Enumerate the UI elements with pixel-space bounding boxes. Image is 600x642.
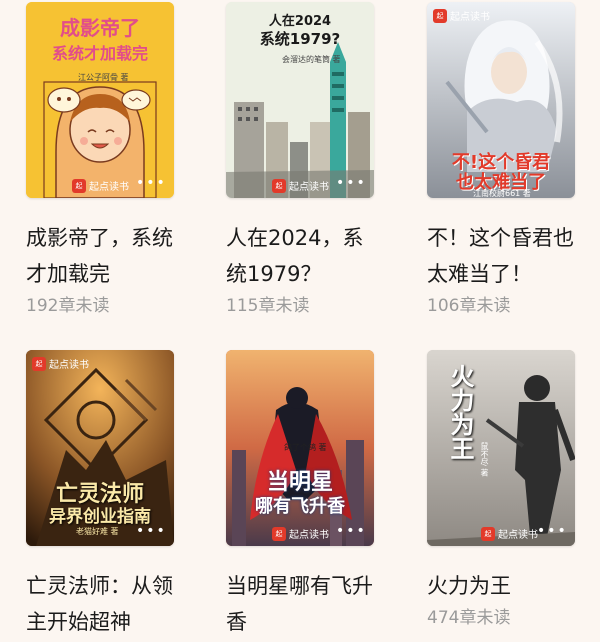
bookshelf-grid: 成影帝了 系统才加载完 江公子阿骨 著 起 起点读书 ••• 成影帝了，系统才加… [0,0,600,642]
publisher-name: 起点读书 [289,182,329,193]
publisher-name: 起点读书 [49,360,89,371]
cover-author: 会溜达的笔筒 著 [282,55,341,64]
unread-count: 115章未读 [226,296,310,316]
publisher-badge: 起 起点读书 [32,356,89,371]
book-cover[interactable]: 鸽了个鸽 著 当明星 哪有飞升香 起 起点读书 ••• [226,350,374,546]
publisher-badge: 起 起点读书 [272,526,329,541]
more-dots-icon[interactable]: ••• [136,175,167,191]
book-cover[interactable]: 火力为王 鼠不尽 著 起 起点读书 ••• [427,350,575,546]
cover-title-line1: 人在2024 [268,14,332,29]
more-dots-icon[interactable]: ••• [336,175,367,191]
book-cover[interactable]: 人在2024 系统1979? 会溜达的笔筒 著 起 起点读书 ••• [226,2,374,198]
unread-count: 106章未读 [427,296,511,316]
unread-count: 474章未读 [427,608,511,628]
publisher-badge: 起 起点读书 [72,178,129,193]
book-card[interactable]: 人在2024 系统1979? 会溜达的笔筒 著 起 起点读书 ••• 人在202… [226,2,376,318]
book-title: 成影帝了，系统才加载完 [26,226,173,286]
publisher-badge: 起 起点读书 [433,8,490,23]
cover-author: 鼠不尽 著 [480,442,489,477]
publisher-name: 起点读书 [498,530,538,541]
qidian-logo-icon: 起 [481,526,495,541]
cover-title-line2: 哪有飞升香 [255,496,345,517]
book-title: 火力为王 [427,574,511,598]
publisher-name: 起点读书 [89,182,129,193]
publisher-name: 起点读书 [450,12,490,23]
book-title: 人在2024，系统1979？ [226,226,364,286]
publisher-name: 起点读书 [289,530,329,541]
book-card[interactable]: 不!这个昏君 也太难当了 江南校尉661 著 起 起点读书 不！这个昏君也太难当… [427,2,577,318]
unread-count: 192章未读 [26,296,110,316]
book-title: 亡灵法师：从领主开始超神 [26,574,173,634]
cover-title-line2: 系统才加载完 [51,44,148,63]
book-card[interactable]: 亡灵法师 异界创业指南 老猫好难 著 起 起点读书 ••• 亡灵法师：从领主开始… [26,350,176,642]
more-dots-icon[interactable]: ••• [336,523,367,539]
book-card[interactable]: 火力为王 鼠不尽 著 起 起点读书 ••• 火力为王 474章未读 [427,350,577,630]
publisher-badge: 起 起点读书 [272,178,329,193]
cover-author: 江公子阿骨 著 [78,73,129,82]
cover-author: 老猫好难 著 [76,527,119,536]
book-title: 不！这个昏君也太难当了！ [427,226,574,286]
cover-title-line1: 成影帝了 [60,16,140,40]
book-cover[interactable]: 成影帝了 系统才加载完 江公子阿骨 著 起 起点读书 ••• [26,2,174,198]
qidian-logo-icon: 起 [433,8,447,23]
qidian-logo-icon: 起 [72,178,86,193]
publisher-badge: 起 起点读书 [481,526,538,541]
qidian-logo-icon: 起 [32,356,46,371]
qidian-logo-icon: 起 [272,526,286,541]
cover-author: 鸽了个鸽 著 [284,443,327,452]
cover-title-line2: 系统1979? [259,30,341,48]
cover-author: 江南校尉661 著 [473,189,531,198]
more-dots-icon[interactable]: ••• [537,523,568,539]
cover-title-line1: 火力为王 [446,364,474,460]
book-title: 当明星哪有飞升香 [226,574,373,634]
book-cover[interactable]: 不!这个昏君 也太难当了 江南校尉661 著 起 起点读书 [427,2,575,198]
book-card[interactable]: 成影帝了 系统才加载完 江公子阿骨 著 起 起点读书 ••• 成影帝了，系统才加… [26,2,176,318]
qidian-logo-icon: 起 [272,178,286,193]
book-card[interactable]: 鸽了个鸽 著 当明星 哪有飞升香 起 起点读书 ••• 当明星哪有飞升香 [226,350,376,642]
more-dots-icon[interactable]: ••• [136,523,167,539]
book-cover[interactable]: 亡灵法师 异界创业指南 老猫好难 著 起 起点读书 ••• [26,350,174,546]
